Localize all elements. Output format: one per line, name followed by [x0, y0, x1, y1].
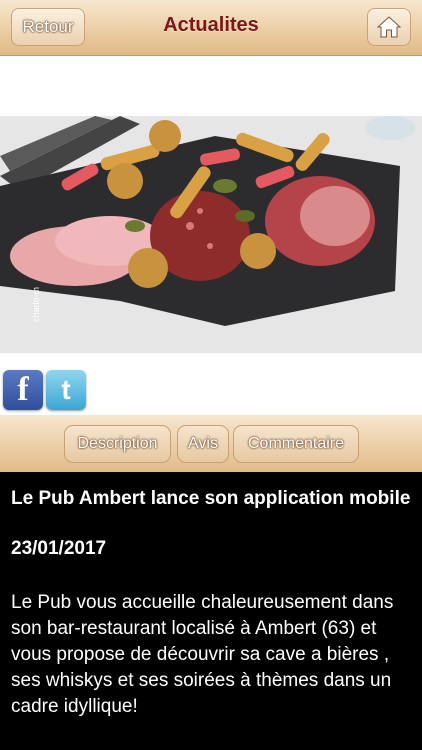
page-title: Actualites	[163, 14, 259, 36]
article-photo: charlo-m	[0, 116, 422, 353]
tab-bar: Description Avis Commentaire	[0, 415, 422, 472]
top-navigation-bar: Retour Actualites	[0, 0, 422, 56]
tab-description[interactable]: Description	[64, 425, 171, 463]
facebook-icon: f	[17, 371, 29, 408]
tab-commentaire-label: Commentaire	[247, 435, 345, 452]
spacer-band	[0, 56, 422, 116]
social-share-bar: f t	[0, 353, 422, 415]
back-button[interactable]: Retour	[11, 8, 85, 46]
tab-avis[interactable]: Avis	[177, 425, 229, 463]
photo-watermark: charlo-m	[31, 287, 41, 322]
article-date: 23/01/2017	[11, 538, 107, 559]
twitter-icon: t	[61, 374, 71, 405]
tab-avis-label: Avis	[188, 435, 218, 452]
twitter-share-button[interactable]: t	[46, 370, 86, 410]
tab-description-label: Description	[77, 435, 158, 452]
facebook-share-button[interactable]: f	[3, 370, 43, 410]
back-button-label: Retour	[22, 17, 74, 36]
home-icon	[377, 16, 401, 38]
home-button[interactable]	[367, 8, 411, 46]
article-content: Le Pub Ambert lance son application mobi…	[0, 472, 422, 750]
tab-commentaire[interactable]: Commentaire	[233, 425, 359, 463]
article-body: Le Pub vous accueille chaleureusement da…	[11, 592, 394, 717]
article-headline: Le Pub Ambert lance son application mobi…	[11, 488, 411, 509]
charcuterie-board-image: charlo-m	[0, 116, 422, 353]
